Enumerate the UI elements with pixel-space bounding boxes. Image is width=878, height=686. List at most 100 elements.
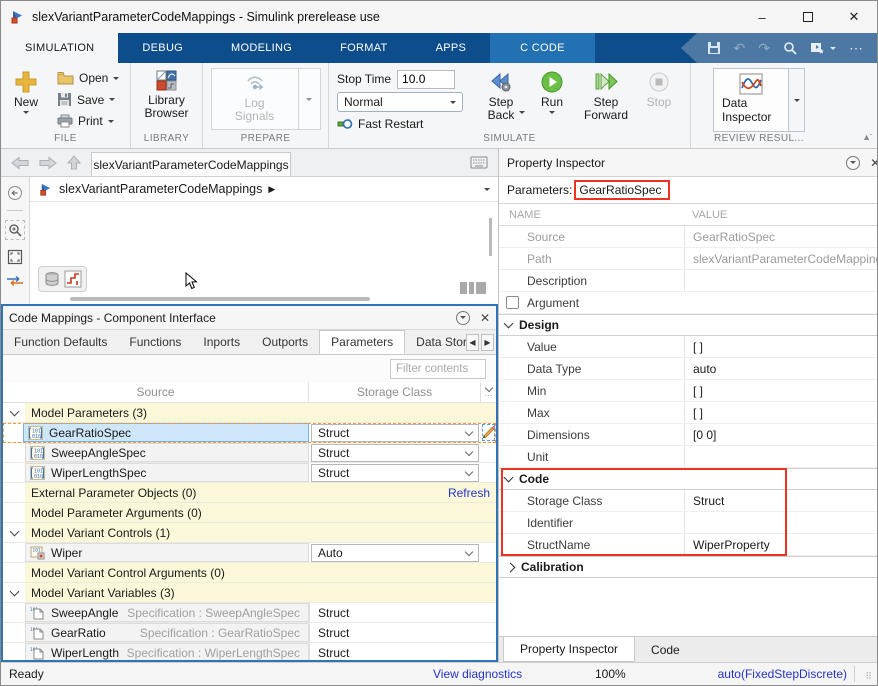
favorites-icon[interactable]: [810, 41, 836, 55]
close-icon[interactable]: ✕: [870, 156, 878, 170]
max-field[interactable]: [ ]: [684, 402, 878, 423]
zoom-tool-icon[interactable]: [5, 220, 25, 240]
argument-checkbox[interactable]: [506, 296, 519, 309]
close-button[interactable]: ✕: [831, 1, 877, 33]
tab-scroll-left-icon[interactable]: ◀: [466, 334, 479, 351]
storage-class-dropdown[interactable]: Struct: [311, 464, 479, 482]
tab-functions[interactable]: Functions: [118, 330, 192, 354]
tab-outports[interactable]: Outports: [251, 330, 319, 354]
stop-button[interactable]: Stop: [637, 66, 681, 133]
more-options-icon[interactable]: ⋯: [849, 41, 863, 55]
panel-menu-icon[interactable]: [456, 311, 470, 325]
print-button[interactable]: Print: [55, 111, 121, 131]
table-row[interactable]: 101 GearRatio Specification : GearRatioS…: [3, 623, 496, 643]
column-header-storage-class[interactable]: Storage Class: [309, 382, 481, 402]
tab-simulation[interactable]: SIMULATION: [1, 33, 118, 63]
section-code[interactable]: Code: [499, 468, 878, 490]
property-row[interactable]: StructName WiperProperty: [499, 534, 878, 556]
property-row[interactable]: Dimensions [0 0]: [499, 424, 878, 446]
page-layout-icon[interactable]: [460, 282, 486, 294]
fit-to-view-icon[interactable]: [7, 249, 23, 265]
table-row[interactable]: 101 SweepAngle Specification : SweepAngl…: [3, 603, 496, 623]
property-row[interactable]: Min [ ]: [499, 380, 878, 402]
tab-scroll-right-icon[interactable]: ▶: [481, 334, 494, 351]
property-row[interactable]: Identifier: [499, 512, 878, 534]
zoom-level[interactable]: 100%: [595, 667, 626, 681]
variant-control-dropdown[interactable]: Auto: [311, 544, 479, 562]
signal-logging-badge-icon[interactable]: [64, 270, 82, 288]
table-row[interactable]: 101010 WiperLengthSpec Struct: [3, 463, 496, 483]
table-row[interactable]: Model Parameters (3): [3, 403, 496, 423]
close-icon[interactable]: ✕: [480, 311, 490, 325]
refresh-link[interactable]: Refresh: [448, 486, 490, 500]
log-signals-button[interactable]: Log Signals: [212, 69, 298, 129]
property-row[interactable]: Unit: [499, 446, 878, 468]
keyboard-icon[interactable]: [470, 156, 488, 169]
back-icon[interactable]: [11, 156, 29, 170]
column-header-more[interactable]: ⋯: [481, 382, 496, 402]
property-row[interactable]: Source GearRatioSpec: [499, 226, 878, 248]
up-icon[interactable]: [67, 155, 81, 170]
step-forward-button[interactable]: Step Forward: [575, 66, 637, 133]
table-row[interactable]: Model Variant Control Arguments (0): [3, 563, 496, 583]
bottom-tab-code[interactable]: Code: [635, 637, 696, 662]
table-row[interactable]: 101 WiperLength Specification : WiperLen…: [3, 643, 496, 660]
edit-pencil-button[interactable]: [481, 423, 496, 442]
view-diagnostics-link[interactable]: View diagnostics: [433, 667, 522, 681]
redo-icon[interactable]: ↷: [758, 41, 770, 55]
resize-grip-icon[interactable]: ⠿: [865, 671, 873, 682]
collapse-icon[interactable]: [9, 406, 19, 416]
description-field[interactable]: [684, 270, 878, 291]
bottom-tab-property-inspector[interactable]: Property Inspector: [503, 637, 635, 662]
run-button[interactable]: Run: [529, 66, 575, 133]
dictionary-badge-icon[interactable]: [43, 270, 61, 288]
simulation-mode-select[interactable]: Normal: [337, 92, 463, 112]
storage-class-field[interactable]: Struct: [684, 490, 878, 511]
search-icon[interactable]: [783, 41, 797, 55]
property-row[interactable]: Storage Class Struct: [499, 490, 878, 512]
vertical-scrollbar[interactable]: [489, 218, 492, 256]
solver-link[interactable]: auto(FixedStepDiscrete): [718, 667, 847, 681]
table-row[interactable]: 101010 SweepAngleSpec Struct: [3, 443, 496, 463]
min-field[interactable]: [ ]: [684, 380, 878, 401]
table-row[interactable]: Model Variant Controls (1): [3, 523, 496, 543]
hide-browser-icon[interactable]: [7, 185, 23, 201]
dimensions-field[interactable]: [0 0]: [684, 424, 878, 445]
save-button[interactable]: Save: [55, 90, 121, 110]
model-document-tab[interactable]: slexVariantParameterCodeMappings: [91, 152, 291, 176]
tab-inports[interactable]: Inports: [192, 330, 251, 354]
undo-icon[interactable]: ↶: [734, 41, 746, 55]
step-back-button[interactable]: Step Back: [473, 66, 529, 133]
collapse-ribbon-button[interactable]: ▲̄: [862, 132, 871, 142]
section-design[interactable]: Design: [499, 314, 878, 336]
log-signals-caret-button[interactable]: [298, 69, 320, 129]
property-row[interactable]: Description: [499, 270, 878, 292]
storage-class-dropdown[interactable]: Struct: [311, 424, 479, 442]
tab-format[interactable]: FORMAT: [316, 33, 411, 63]
property-row[interactable]: Path slexVariantParameterCodeMappings: [499, 248, 878, 270]
library-browser-button[interactable]: Library Browser: [141, 66, 193, 133]
model-canvas[interactable]: [30, 202, 498, 304]
table-row[interactable]: 101010 GearRatioSpec Struct: [3, 423, 496, 443]
data-inspector-button[interactable]: Data Inspector: [713, 68, 789, 132]
stop-time-input[interactable]: [397, 70, 455, 89]
table-row[interactable]: External Parameter Objects (0) Refresh: [3, 483, 496, 503]
property-row[interactable]: Max [ ]: [499, 402, 878, 424]
property-row[interactable]: Argument: [499, 292, 878, 314]
value-field[interactable]: [ ]: [684, 336, 878, 357]
column-header-source[interactable]: Source: [3, 382, 309, 402]
maximize-button[interactable]: [785, 1, 831, 33]
breadcrumb-model-name[interactable]: slexVariantParameterCodeMappings: [59, 182, 262, 196]
forward-icon[interactable]: [39, 156, 57, 170]
panel-menu-icon[interactable]: [846, 156, 860, 170]
open-button[interactable]: Open: [55, 68, 121, 88]
horizontal-scrollbar[interactable]: [70, 297, 370, 301]
table-row[interactable]: 101 Wiper Auto: [3, 543, 496, 563]
tab-modeling[interactable]: MODELING: [207, 33, 316, 63]
new-button[interactable]: New: [5, 66, 47, 133]
data-inspector-caret-button[interactable]: [789, 68, 805, 132]
tab-apps[interactable]: APPS: [412, 33, 491, 63]
property-row[interactable]: Data Type auto: [499, 358, 878, 380]
identifier-field[interactable]: [684, 512, 878, 533]
update-diagram-icon[interactable]: [6, 274, 24, 288]
